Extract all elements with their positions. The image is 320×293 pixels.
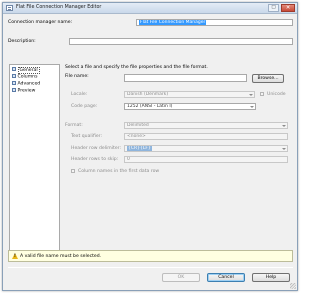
nav-item-label: Advanced <box>17 81 41 87</box>
close-icon[interactable]: ✕ <box>281 4 295 12</box>
cancel-button[interactable]: Cancel <box>207 273 245 282</box>
instruction-text: Select a file and specify the file prope… <box>65 65 208 70</box>
nav-panel: General Columns Advanced Preview <box>9 64 60 251</box>
warning-bar: ! A valid file name must be selected. <box>8 250 293 262</box>
description-label: Description: <box>8 39 36 44</box>
nav-item-advanced[interactable]: Advanced <box>12 81 40 87</box>
warning-icon: ! <box>12 253 18 259</box>
header-rows-skip-stepper[interactable]: 0 <box>124 156 288 163</box>
dialog-window: Flat File Connection Manager Editor □ ✕ … <box>2 2 298 291</box>
warning-text: A valid file name must be selected. <box>20 253 102 259</box>
file-name-label: File name: <box>65 74 89 79</box>
code-page-label: Code page: <box>71 104 98 109</box>
text-qualifier-label: Text qualifier: <box>71 134 103 139</box>
nav-item-general[interactable]: General <box>12 66 40 74</box>
nav-item-label: Columns <box>17 74 38 80</box>
locale-label: Locale: <box>71 92 88 97</box>
header-row-delimiter-select[interactable]: {CR}{LF} <box>124 145 288 152</box>
resize-grip[interactable] <box>290 283 296 289</box>
general-page-icon <box>12 67 16 71</box>
nav-item-preview[interactable]: Preview <box>12 88 35 94</box>
code-page-select[interactable]: 1252 (ANSI - Latin I) <box>124 103 256 110</box>
connection-name-field[interactable]: Flat File Connection Manager <box>136 19 293 26</box>
unicode-label: Unicode <box>267 92 286 97</box>
description-field[interactable] <box>69 38 293 45</box>
columns-page-icon <box>12 74 16 78</box>
header-row-delimiter-value: {CR}{LF} <box>127 146 152 151</box>
advanced-page-icon <box>12 81 16 85</box>
preview-page-icon <box>12 88 16 92</box>
format-select[interactable]: Delimited <box>124 122 288 129</box>
help-button[interactable]: Help <box>252 273 290 282</box>
format-label: Format: <box>65 123 83 128</box>
nav-item-columns[interactable]: Columns <box>12 74 38 80</box>
unicode-checkbox[interactable] <box>260 92 264 96</box>
title-bar[interactable]: Flat File Connection Manager Editor □ ✕ <box>3 3 297 14</box>
maximize-icon[interactable]: □ <box>268 4 279 12</box>
connection-name-label: Connection manager name: <box>8 20 73 25</box>
header-row-delimiter-label: Header row delimiter: <box>71 146 122 151</box>
ok-button[interactable]: OK <box>162 273 200 282</box>
window-title: Flat File Connection Manager Editor <box>16 5 102 10</box>
browse-button[interactable]: Browse... <box>252 74 284 83</box>
nav-item-label: General <box>17 66 40 74</box>
flat-file-editor-icon <box>6 5 13 11</box>
column-names-label: Column names in the first data row <box>78 169 160 174</box>
column-names-checkbox[interactable] <box>71 169 75 173</box>
locale-select[interactable]: Danish (Denmark) <box>124 91 255 98</box>
file-name-input[interactable] <box>124 74 247 82</box>
divider <box>8 267 293 268</box>
text-qualifier-input[interactable]: <none> <box>124 133 288 140</box>
connection-name-value: Flat File Connection Manager <box>139 20 207 25</box>
nav-item-label: Preview <box>17 88 36 94</box>
header-rows-skip-label: Header rows to skip: <box>71 157 119 162</box>
